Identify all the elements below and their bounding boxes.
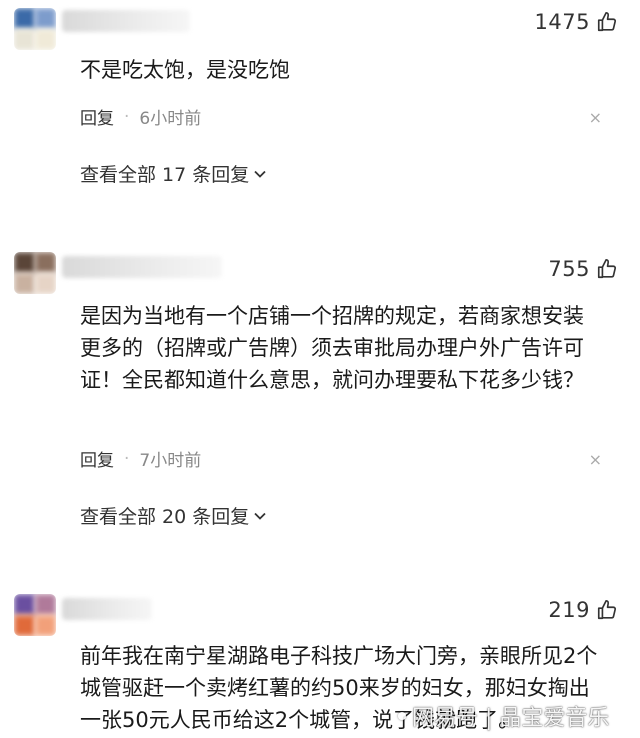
avatar-tile — [14, 8, 35, 29]
close-icon[interactable]: × — [589, 450, 602, 469]
avatar-tile — [35, 594, 56, 615]
avatar-tile — [14, 594, 35, 615]
comment-meta: 回复 · 7小时前 — [80, 446, 202, 472]
watermark-text: 网易号 | 晶宝爱音乐 — [412, 706, 610, 731]
comment-text: 是因为当地有一个店铺一个招牌的规定，若商家想安装更多的（招牌或广告牌）须去审批局… — [80, 304, 584, 392]
avatar-tile — [14, 29, 35, 50]
like-group[interactable]: 1475 — [535, 10, 618, 34]
avatar-tile — [35, 252, 56, 273]
username-blurred[interactable] — [62, 10, 190, 32]
avatar[interactable] — [14, 252, 56, 294]
chevron-down-icon — [254, 512, 266, 520]
thumbs-up-icon[interactable] — [596, 11, 618, 33]
watermark: 网易号 | 晶宝爱音乐 — [398, 700, 609, 732]
like-group[interactable]: 219 — [548, 598, 618, 622]
avatar[interactable] — [14, 8, 56, 50]
avatar-tile — [35, 8, 56, 29]
watermark-logo-icon — [398, 712, 406, 720]
view-all-replies-button[interactable]: 查看全部 20 条回复 — [80, 502, 267, 529]
thumbs-up-icon[interactable] — [596, 258, 618, 280]
view-all-replies-button[interactable]: 查看全部 17 条回复 — [80, 160, 267, 187]
avatar-tile — [14, 615, 35, 636]
avatar-tile — [14, 273, 35, 294]
close-icon[interactable]: × — [589, 108, 602, 127]
separator-dot: · — [124, 448, 130, 469]
timestamp: 7小时前 — [139, 451, 202, 471]
avatar[interactable] — [14, 594, 56, 636]
username-blurred[interactable] — [62, 598, 152, 620]
timestamp: 6小时前 — [139, 109, 202, 129]
comment-text: 不是吃太饱，是没吃饱 — [80, 58, 290, 82]
avatar-tile — [35, 273, 56, 294]
separator-dot: · — [124, 106, 130, 127]
avatar-tile — [35, 29, 56, 50]
like-count: 219 — [548, 598, 590, 622]
avatar-tile — [35, 615, 56, 636]
reply-button[interactable]: 回复 — [80, 446, 114, 471]
like-count: 755 — [548, 257, 590, 281]
like-group[interactable]: 755 — [548, 257, 618, 281]
chevron-down-icon — [254, 170, 266, 178]
avatar-tile — [14, 252, 35, 273]
thumbs-up-icon[interactable] — [596, 599, 618, 621]
like-count: 1475 — [534, 10, 590, 34]
reply-button[interactable]: 回复 — [80, 104, 114, 129]
username-blurred[interactable] — [62, 256, 222, 278]
view-all-label: 查看全部 20 条回复 — [80, 506, 250, 528]
comment-meta: 回复 · 6小时前 — [80, 104, 202, 130]
view-all-label: 查看全部 17 条回复 — [80, 164, 250, 186]
